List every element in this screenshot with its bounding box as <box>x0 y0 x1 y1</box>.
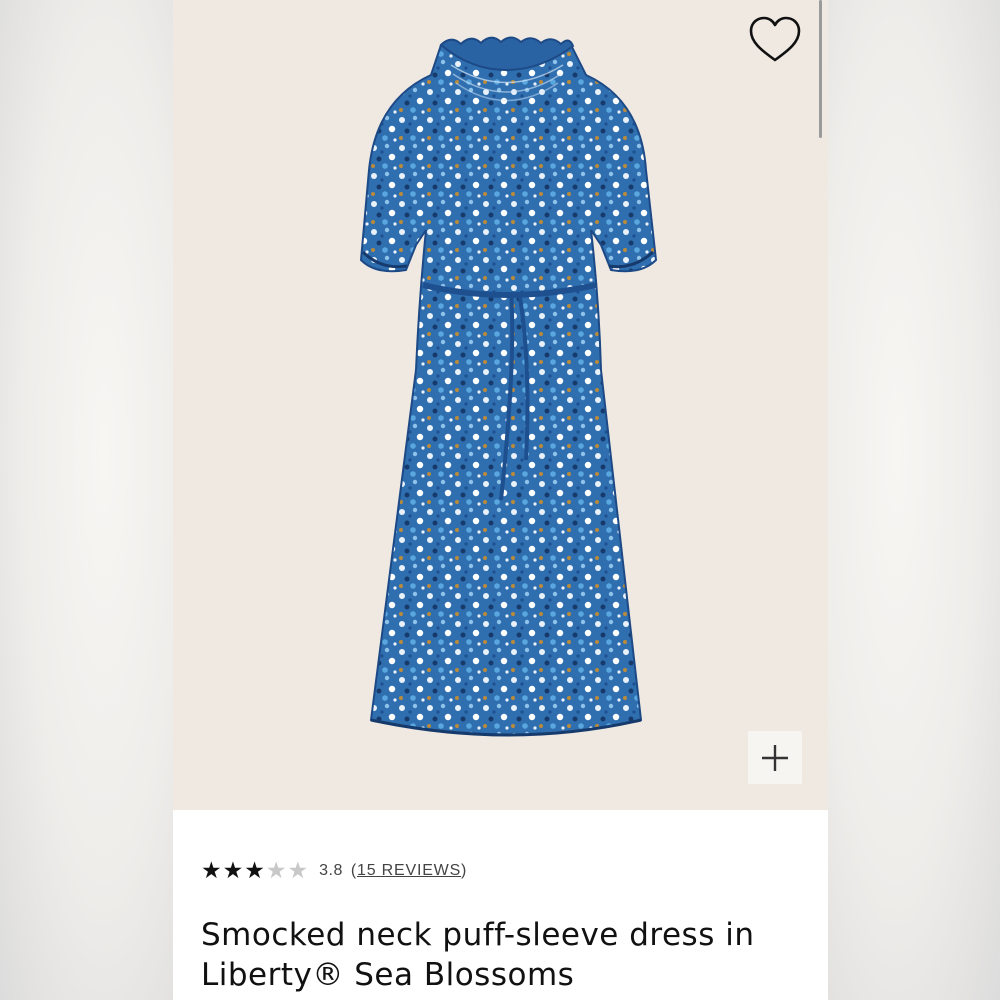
reviews-suffix: ) <box>461 862 468 879</box>
plus-icon <box>762 744 788 771</box>
zoom-button[interactable] <box>748 731 802 784</box>
favorite-button[interactable] <box>747 14 803 66</box>
star-filled-icon: ★ <box>244 858 265 884</box>
rating-row: ★ ★ ★ ★ ★ 3.8 (15 REVIEWS) <box>201 858 467 884</box>
dress-image <box>359 36 658 737</box>
star-filled-icon: ★ <box>222 858 244 884</box>
star-empty-icon: ★ <box>287 858 309 884</box>
product-image-area[interactable] <box>173 0 828 810</box>
scrollbar[interactable] <box>819 0 822 138</box>
left-blur-backdrop <box>0 0 173 1000</box>
reviews-label: 15 REVIEWS <box>357 862 462 879</box>
star-empty-icon: ★ <box>265 858 287 884</box>
rating-value: 3.8 <box>319 862 343 879</box>
star-filled-icon: ★ <box>201 858 222 884</box>
star-rating: ★ ★ ★ ★ ★ <box>201 858 309 884</box>
right-blur-backdrop <box>828 0 1000 1000</box>
reviews-link[interactable]: (15 REVIEWS) <box>351 862 467 880</box>
product-screen: ★ ★ ★ ★ ★ 3.8 (15 REVIEWS) Smocked neck puff… <box>173 0 828 1000</box>
product-title: Smocked neck puff-sleeve dress in Libert… <box>201 917 755 993</box>
heart-outline-icon <box>749 16 801 62</box>
product-info: ★ ★ ★ ★ ★ 3.8 (15 REVIEWS) Smocked neck puff… <box>173 810 828 1000</box>
